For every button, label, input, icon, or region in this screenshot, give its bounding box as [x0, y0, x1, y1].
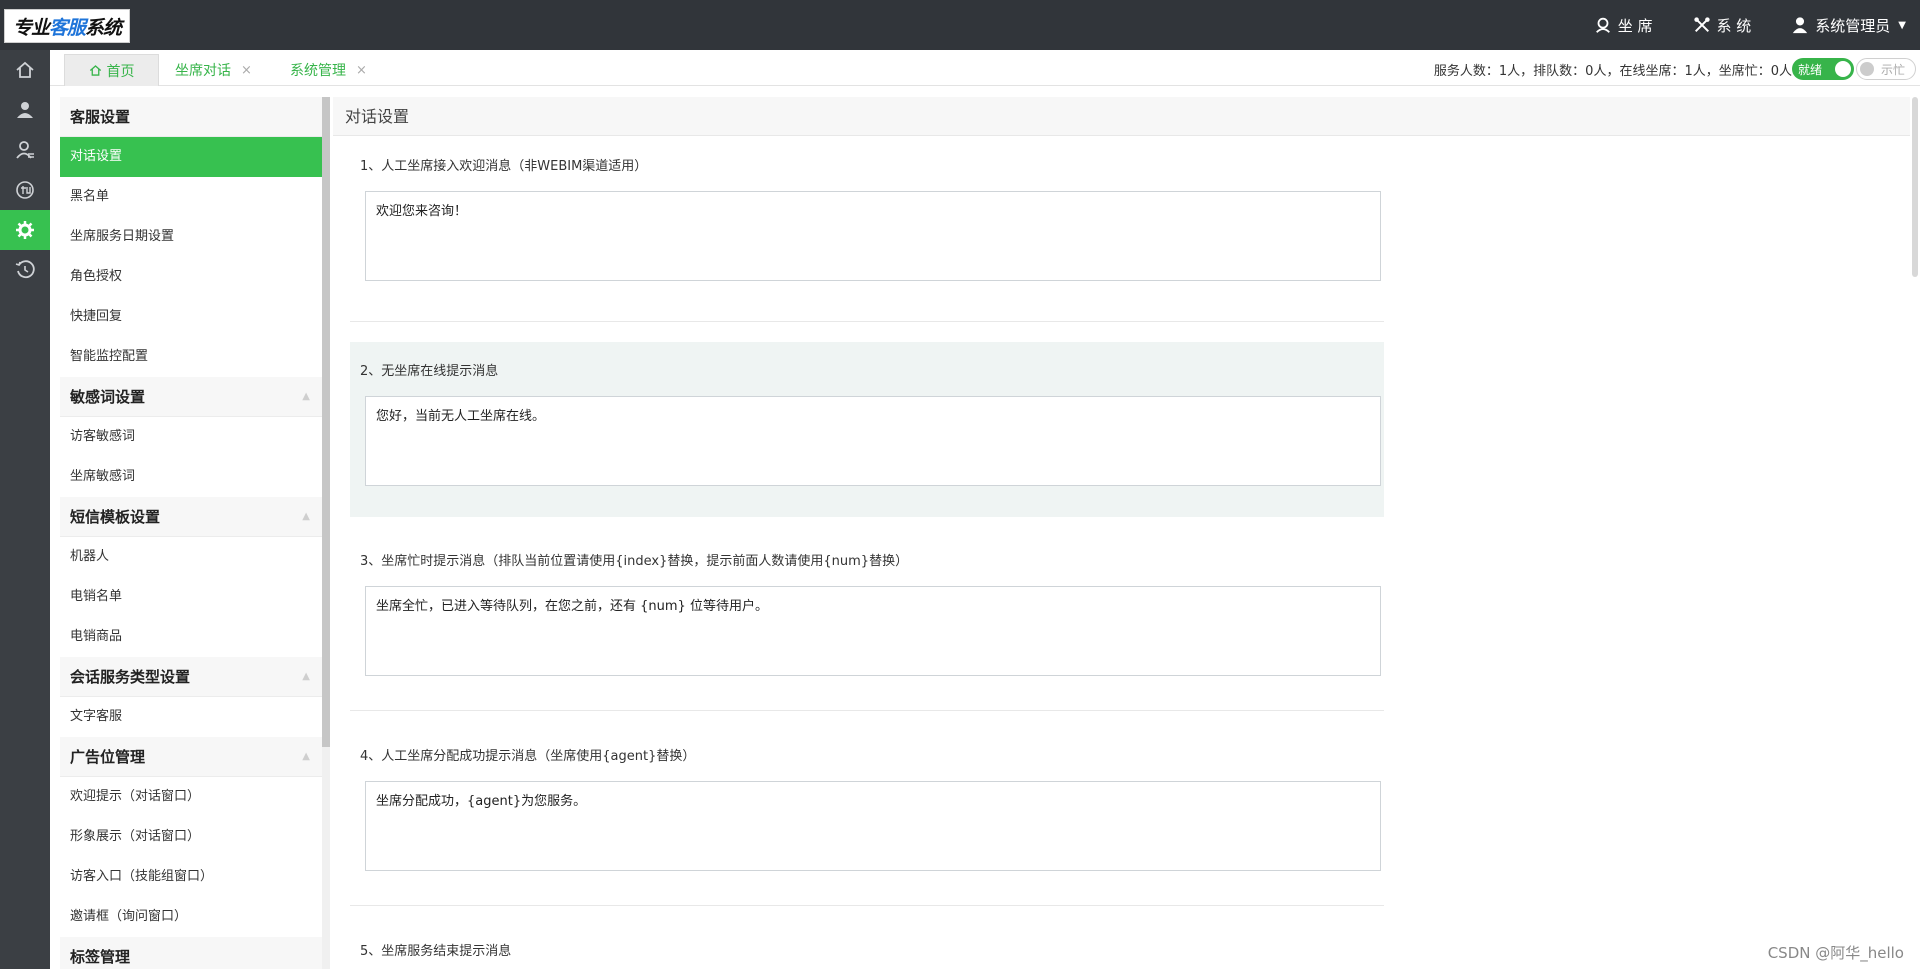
- agent-busy-message-input[interactable]: 坐席全忙，已进入等待队列，在您之前，还有 {num} 位等待用户。: [365, 586, 1381, 676]
- knowledge-icon: [16, 181, 34, 199]
- ready-toggle[interactable]: 就绪: [1792, 58, 1854, 80]
- rail-knowledge[interactable]: [0, 170, 50, 210]
- app-logo[interactable]: 专业 客服 系统: [4, 9, 130, 43]
- menu-group-tag-management[interactable]: 标签管理: [60, 937, 322, 969]
- section-label: 3、坐席忙时提示消息（排队当前位置请使用{index}替换，提示前面人数请使用{…: [360, 554, 909, 569]
- rail-customer[interactable]: [0, 130, 50, 170]
- assign-success-message-input[interactable]: 坐席分配成功，{agent}为您服务。: [365, 781, 1381, 871]
- section-label: 1、人工坐席接入欢迎消息（非WEBIM渠道适用）: [360, 159, 648, 174]
- user-icon: [1793, 17, 1808, 34]
- menu-item-visitor-entry[interactable]: 访客入口（技能组窗口）: [60, 857, 322, 897]
- setting-section-5: 5、坐席服务结束提示消息: [350, 922, 1384, 969]
- menu-item-blacklist[interactable]: 黑名单: [60, 177, 322, 217]
- content-panel: 对话设置 1、人工坐席接入欢迎消息（非WEBIM渠道适用） 欢迎您来咨询！ 2、…: [333, 97, 1910, 969]
- tab-home[interactable]: 首页: [64, 54, 159, 86]
- chevron-up-icon: ▲: [302, 671, 310, 682]
- page-title: 对话设置: [333, 97, 1910, 136]
- setting-section-2: 2、无坐席在线提示消息 您好，当前无人工坐席在线。: [350, 342, 1384, 517]
- menu-item-dialog-settings[interactable]: 对话设置: [60, 137, 322, 177]
- menu-item-service-date[interactable]: 坐席服务日期设置: [60, 217, 322, 257]
- menu-item-agent-sensitive[interactable]: 坐席敏感词: [60, 457, 322, 497]
- menu-item-invite-box[interactable]: 邀请框（询问窗口）: [60, 897, 322, 937]
- menu-item-robot[interactable]: 机器人: [60, 537, 322, 577]
- menu-scrollbar[interactable]: [322, 97, 330, 747]
- rail-history[interactable]: [0, 250, 50, 290]
- divider: [350, 905, 1384, 906]
- home-icon: [89, 65, 101, 76]
- tab-system-management[interactable]: 系统管理 ×: [290, 54, 367, 86]
- rail-agent[interactable]: [0, 90, 50, 130]
- user-menu[interactable]: 系统管理员 ▼: [1791, 15, 1906, 36]
- close-icon[interactable]: ×: [356, 63, 367, 78]
- menu-group-sms-template[interactable]: 短信模板设置 ▲: [60, 497, 322, 537]
- watermark: CSDN @阿华_hello: [1767, 944, 1904, 962]
- section-label: 4、人工坐席分配成功提示消息（坐席使用{agent}替换）: [360, 749, 696, 764]
- system-nav-button[interactable]: 系 统: [1693, 15, 1751, 36]
- menu-item-visitor-sensitive[interactable]: 访客敏感词: [60, 417, 322, 457]
- section-label: 5、坐席服务结束提示消息: [360, 944, 512, 959]
- divider: [350, 321, 1384, 322]
- menu-group-session-type[interactable]: 会话服务类型设置 ▲: [60, 657, 322, 697]
- gear-icon: [16, 221, 34, 239]
- divider: [350, 710, 1384, 711]
- setting-section-1: 1、人工坐席接入欢迎消息（非WEBIM渠道适用） 欢迎您来咨询！: [350, 137, 1384, 312]
- setting-section-3: 3、坐席忙时提示消息（排队当前位置请使用{index}替换，提示前面人数请使用{…: [350, 532, 1384, 707]
- top-right-nav: 坐 席 系 统 系统管理员 ▼: [1594, 0, 1920, 50]
- home-icon: [16, 61, 34, 78]
- chevron-up-icon: ▲: [302, 511, 310, 522]
- headset-icon: [1595, 17, 1610, 33]
- chevron-up-icon: ▲: [302, 751, 310, 762]
- tab-bar: 首页 坐席对话 × 系统管理 × 服务人数：1人，排队数：0人，在线坐席：1人，坐席…: [50, 50, 1920, 86]
- chevron-up-icon: ▲: [302, 391, 310, 402]
- close-icon[interactable]: ×: [241, 63, 252, 78]
- no-agent-message-input[interactable]: 您好，当前无人工坐席在线。: [365, 396, 1381, 486]
- menu-group-ad-management[interactable]: 广告位管理 ▲: [60, 737, 322, 777]
- icon-rail: [0, 50, 50, 969]
- chevron-down-icon: ▼: [1898, 19, 1906, 31]
- agent-nav-button[interactable]: 坐 席: [1594, 15, 1653, 36]
- menu-item-quick-reply[interactable]: 快捷回复: [60, 297, 322, 337]
- tab-agent-chat[interactable]: 坐席对话 ×: [175, 54, 252, 86]
- setting-section-4: 4、人工坐席分配成功提示消息（坐席使用{agent}替换） 坐席分配成功，{ag…: [350, 727, 1384, 902]
- menu-item-text-service[interactable]: 文字客服: [60, 697, 322, 737]
- menu-group-sensitive-words[interactable]: 敏感词设置 ▲: [60, 377, 322, 417]
- menu-item-welcome-tip[interactable]: 欢迎提示（对话窗口）: [60, 777, 322, 817]
- history-icon: [15, 260, 35, 279]
- menu-item-role-auth[interactable]: 角色授权: [60, 257, 322, 297]
- top-bar: 专业 客服 系统 坐 席 系 统 系统管理员 ▼: [0, 0, 1920, 50]
- menu-item-image-display[interactable]: 形象展示（对话窗口）: [60, 817, 322, 857]
- content-scrollbar[interactable]: [1912, 97, 1918, 277]
- service-status-text: 服务人数：1人，排队数：0人，在线坐席：1人，坐席忙：0人: [1433, 63, 1792, 79]
- person-icon: [17, 102, 33, 118]
- menu-item-telesales-list[interactable]: 电销名单: [60, 577, 322, 617]
- menu-item-smart-monitor[interactable]: 智能监控配置: [60, 337, 322, 377]
- section-label: 2、无坐席在线提示消息: [360, 364, 499, 379]
- settings-menu: 客服设置 对话设置 黑名单 坐席服务日期设置 角色授权 快捷回复 智能监控配置 …: [60, 97, 322, 969]
- contact-icon: [16, 141, 34, 159]
- tools-icon: [1693, 17, 1710, 33]
- menu-item-telesales-goods[interactable]: 电销商品: [60, 617, 322, 657]
- rail-settings[interactable]: [0, 210, 50, 250]
- rail-home[interactable]: [0, 50, 50, 90]
- welcome-message-input[interactable]: 欢迎您来咨询！: [365, 191, 1381, 281]
- busy-toggle[interactable]: 示忙: [1856, 58, 1916, 80]
- menu-group-customer-service[interactable]: 客服设置: [60, 97, 322, 137]
